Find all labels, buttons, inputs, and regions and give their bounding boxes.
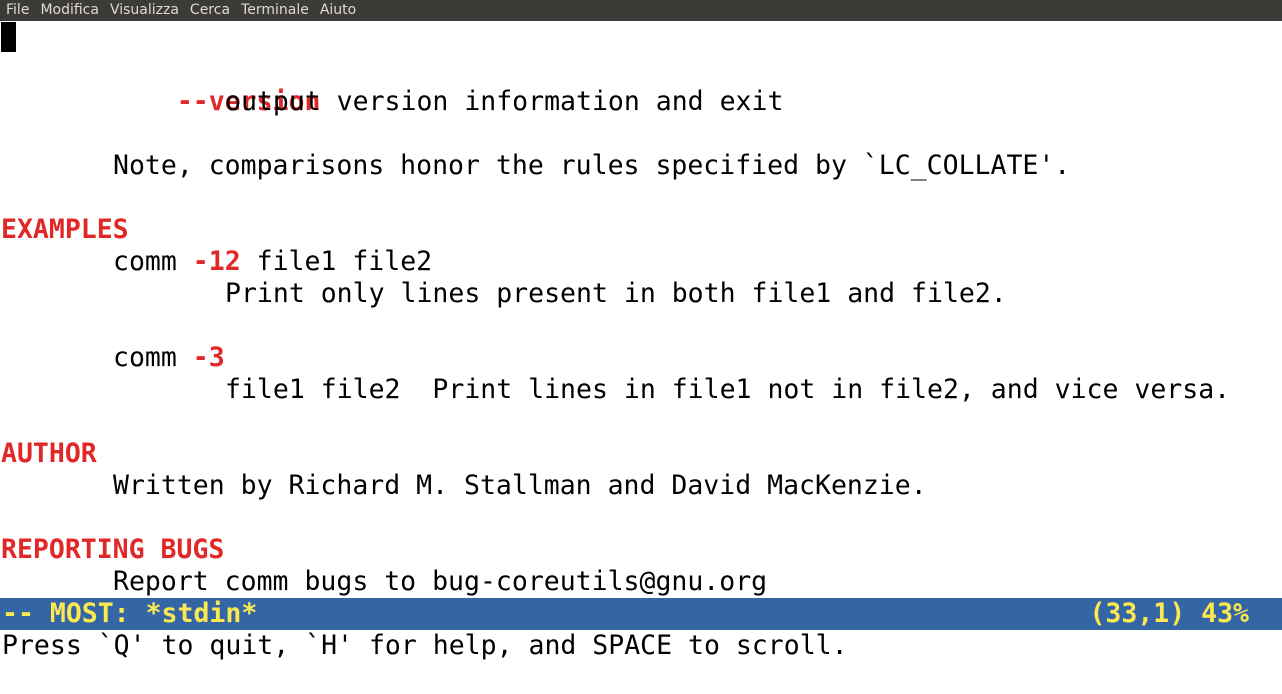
menu-aiuto[interactable]: Aiuto [320,0,356,21]
menu-terminale[interactable]: Terminale [241,0,309,21]
most-status-bar: -- MOST: *stdin* (33,1) 43% [0,598,1282,630]
menu-cerca[interactable]: Cerca [190,0,230,21]
author-heading: AUTHOR [1,438,97,469]
example-1-flag: -12 [192,246,241,277]
menu-bar: File Modifica Visualizza Cerca Terminale… [0,0,1282,21]
help-prompt: Press `Q' to quit, `H' for help, and SPA… [2,630,848,661]
examples-heading: EXAMPLES [1,214,129,245]
reporting-bugs-heading: REPORTING BUGS [1,534,225,565]
reporting-bugs-text: Report comm bugs to bug-coreutils@gnu.or… [113,566,768,597]
menu-file[interactable]: File [6,0,29,21]
example-2-command: comm -3 [113,342,225,374]
version-desc: output version information and exit [225,86,784,117]
status-position: (33,1) 43% [1089,598,1249,629]
menu-modifica[interactable]: Modifica [40,0,99,21]
example-1-command: comm -12 file1 file2 [113,246,432,278]
version-flag-line: --version [113,54,321,117]
example-2-cmd: comm [113,342,193,373]
example-1-desc: Print only lines present in both file1 a… [225,278,1007,309]
example-2-desc: file1 file2 Print lines in file1 not in … [225,374,1231,405]
example-1-args: file1 file2 [240,246,433,277]
status-left: -- MOST: *stdin* [2,598,258,629]
author-text: Written by Richard M. Stallman and David… [113,470,927,501]
text-cursor [1,22,16,52]
note-text: Note, comparisons honor the rules specif… [113,150,1071,181]
menu-visualizza[interactable]: Visualizza [110,0,179,21]
example-1-cmd: comm [113,246,193,277]
example-2-flag: -3 [192,342,225,373]
